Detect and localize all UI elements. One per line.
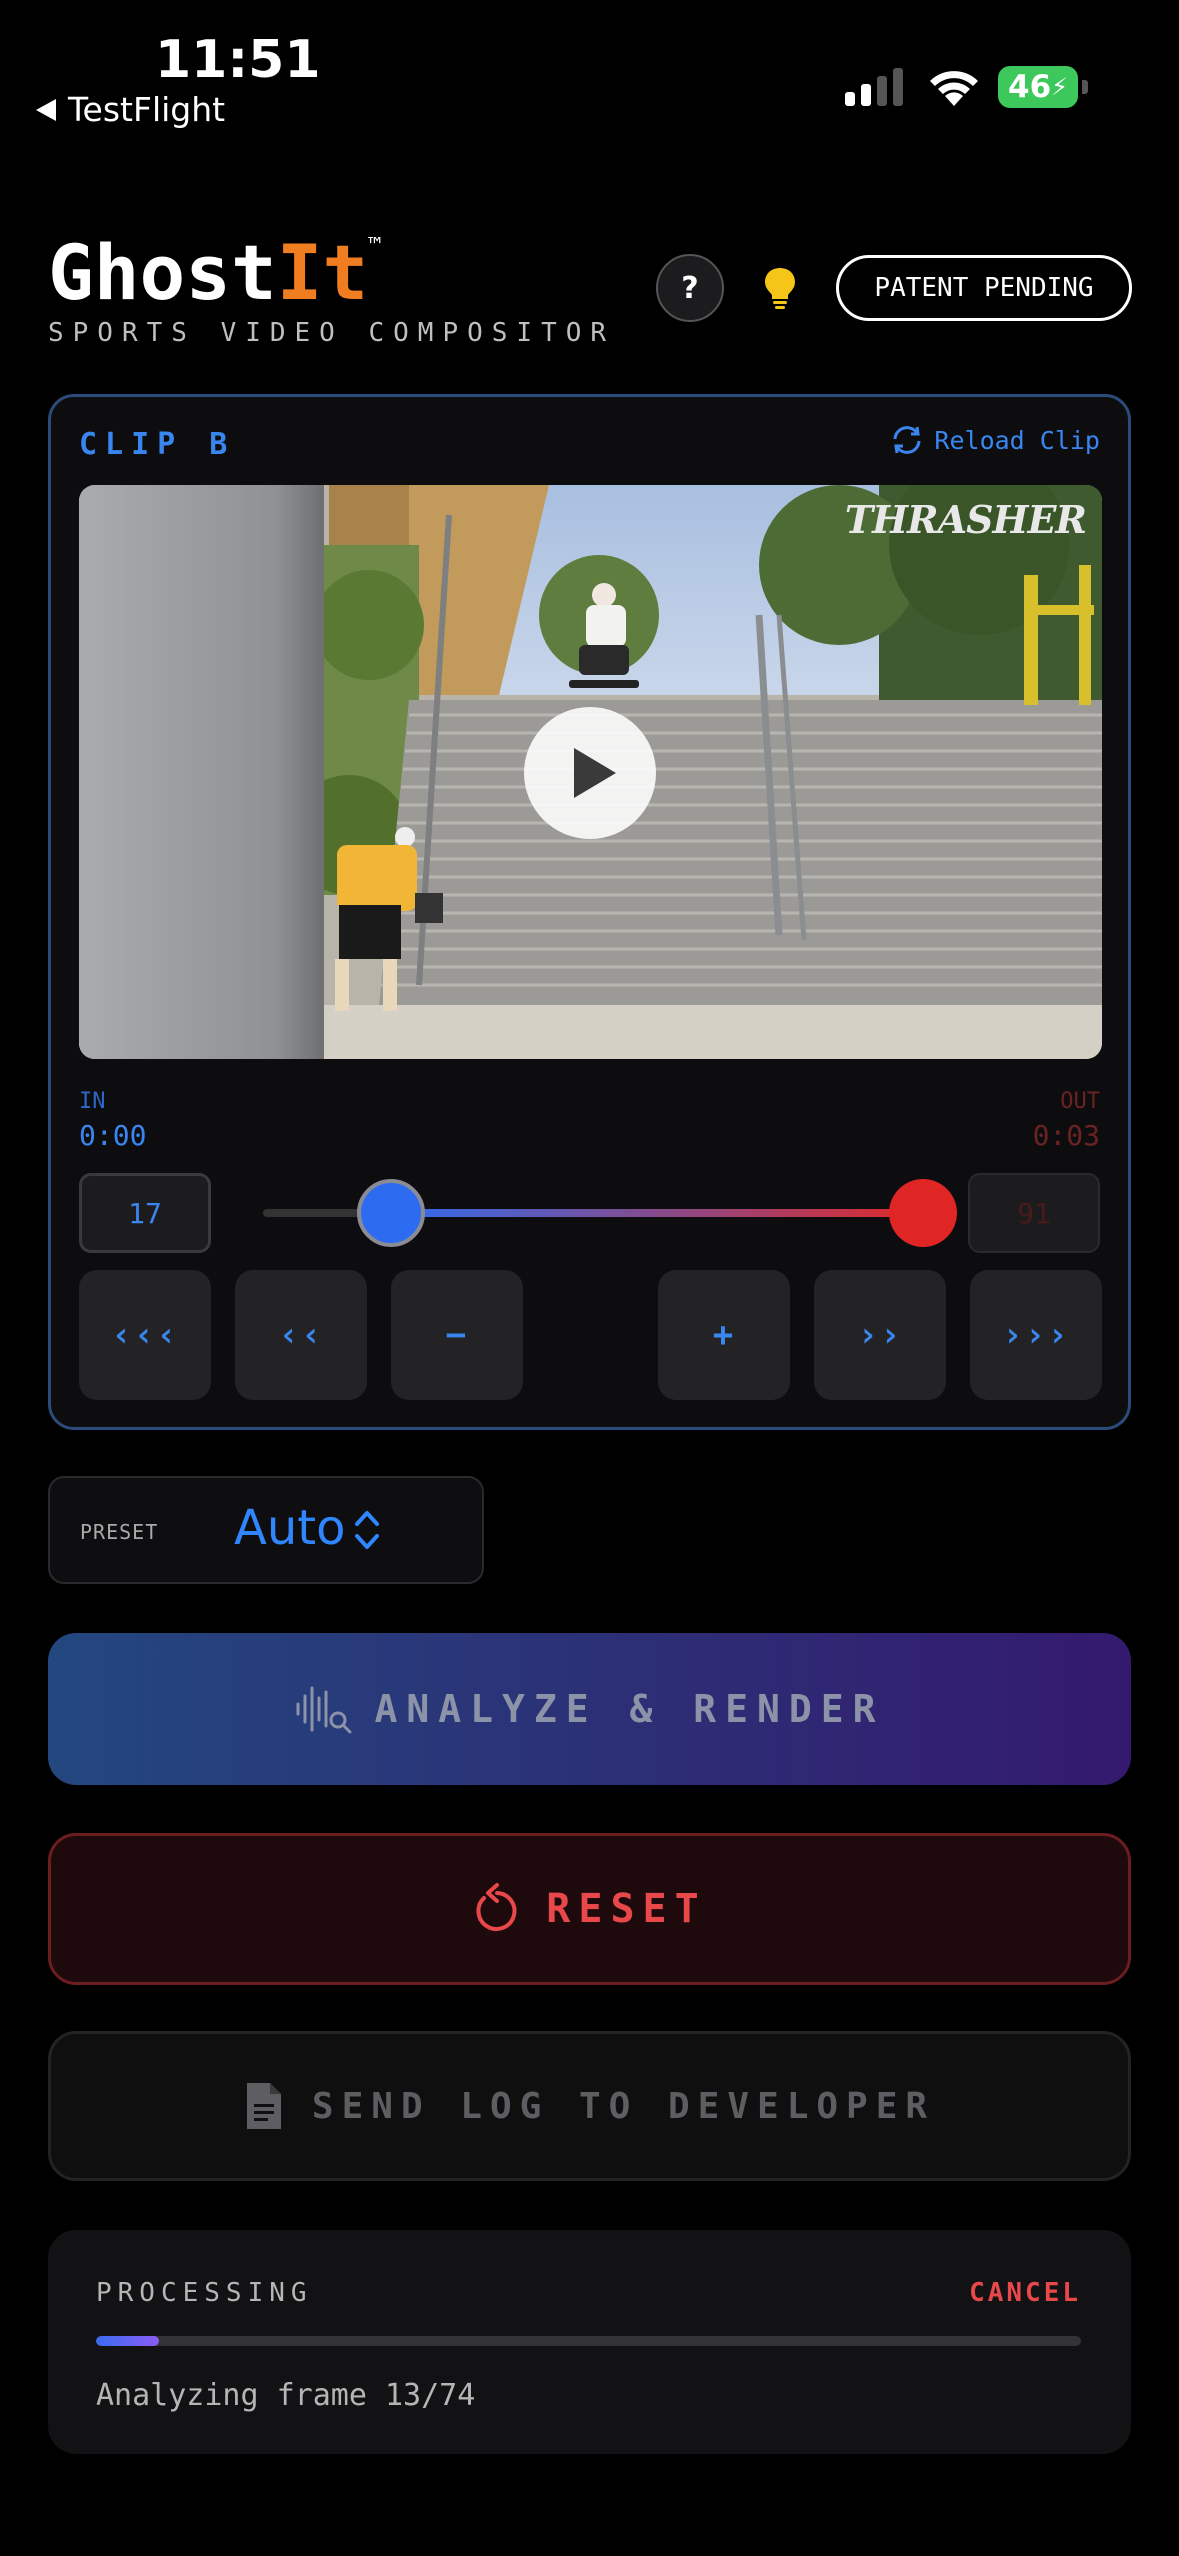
back-label: TestFlight bbox=[68, 90, 226, 129]
wifi-icon bbox=[930, 71, 978, 106]
in-frame-field[interactable]: 17 bbox=[79, 1173, 211, 1253]
battery-indicator: 46 ⚡ bbox=[998, 66, 1088, 108]
video-preview[interactable]: THRASHER bbox=[79, 485, 1102, 1059]
out-point-handle[interactable] bbox=[889, 1179, 957, 1247]
app-subtitle: SPORTS VIDEO COMPOSITOR bbox=[48, 318, 616, 348]
out-label: OUT bbox=[1060, 1089, 1100, 1114]
analyze-render-label: ANALYZE & RENDER bbox=[374, 1687, 885, 1731]
reload-icon bbox=[893, 426, 921, 454]
step-back-small-button[interactable]: − bbox=[391, 1270, 523, 1400]
trim-slider-range bbox=[389, 1209, 923, 1217]
chevron-up-down-icon bbox=[355, 1511, 379, 1549]
step-forward-small-button[interactable]: + bbox=[658, 1270, 790, 1400]
cellular-signal-icon bbox=[845, 66, 903, 106]
out-time: 0:03 bbox=[1032, 1119, 1100, 1152]
play-icon bbox=[574, 748, 616, 798]
processing-panel: PROCESSING CANCEL Analyzing frame 13/74 bbox=[48, 2230, 1131, 2454]
logo-text-it: It bbox=[276, 228, 369, 317]
waveform-search-icon bbox=[296, 1686, 352, 1734]
preset-selector[interactable]: PRESET Auto bbox=[48, 1476, 484, 1584]
step-back-large-button[interactable]: ‹‹‹ bbox=[79, 1270, 211, 1400]
out-frame-field[interactable]: 91 bbox=[968, 1173, 1100, 1253]
in-time: 0:00 bbox=[79, 1119, 147, 1152]
send-log-label: SEND LOG TO DEVELOPER bbox=[311, 2085, 936, 2127]
step-forward-large-button[interactable]: ››› bbox=[970, 1270, 1102, 1400]
processing-progress-bar bbox=[96, 2336, 1081, 2346]
send-log-button[interactable]: SEND LOG TO DEVELOPER bbox=[48, 2031, 1131, 2181]
in-label: IN bbox=[79, 1089, 106, 1114]
processing-status: Analyzing frame 13/74 bbox=[96, 2378, 476, 2413]
status-time: 11:51 bbox=[155, 30, 321, 90]
logo-text-ghost: Ghost bbox=[48, 228, 277, 317]
play-button[interactable] bbox=[524, 707, 656, 839]
preset-label: PRESET bbox=[80, 1520, 159, 1544]
preset-value: Auto bbox=[234, 1500, 346, 1556]
patent-pending-button[interactable]: PATENT PENDING bbox=[836, 255, 1132, 321]
video-watermark: THRASHER bbox=[844, 497, 1087, 542]
back-arrow-icon bbox=[36, 98, 56, 121]
battery-level: 46 bbox=[1008, 69, 1052, 105]
app-logo: GhostIt™ bbox=[48, 228, 382, 317]
document-icon bbox=[246, 2083, 281, 2129]
help-button[interactable]: ? bbox=[656, 254, 724, 322]
back-to-testflight[interactable]: TestFlight bbox=[36, 90, 225, 129]
reload-clip-label: Reload Clip bbox=[934, 425, 1100, 455]
step-back-medium-button[interactable]: ‹‹ bbox=[235, 1270, 367, 1400]
lightbulb-icon[interactable] bbox=[762, 266, 798, 310]
reload-clip-button[interactable]: Reload Clip bbox=[890, 425, 1100, 455]
charging-bolt-icon: ⚡ bbox=[1051, 73, 1068, 101]
cancel-button[interactable]: CANCEL bbox=[969, 2278, 1081, 2308]
reset-label: RESET bbox=[546, 1886, 707, 1932]
in-point-handle[interactable] bbox=[357, 1179, 425, 1247]
processing-progress-fill bbox=[96, 2336, 160, 2346]
reset-button[interactable]: RESET bbox=[48, 1833, 1131, 1985]
step-forward-medium-button[interactable]: ›› bbox=[814, 1270, 946, 1400]
processing-label: PROCESSING bbox=[96, 2278, 313, 2308]
analyze-render-button[interactable]: ANALYZE & RENDER bbox=[48, 1633, 1131, 1785]
clip-card: CLIP B Reload Clip THRASHER IN 0:00 OUT … bbox=[48, 394, 1131, 1430]
clip-title: CLIP B bbox=[79, 427, 236, 462]
trademark: ™ bbox=[368, 234, 382, 259]
reset-arrow-icon bbox=[476, 1883, 517, 1931]
